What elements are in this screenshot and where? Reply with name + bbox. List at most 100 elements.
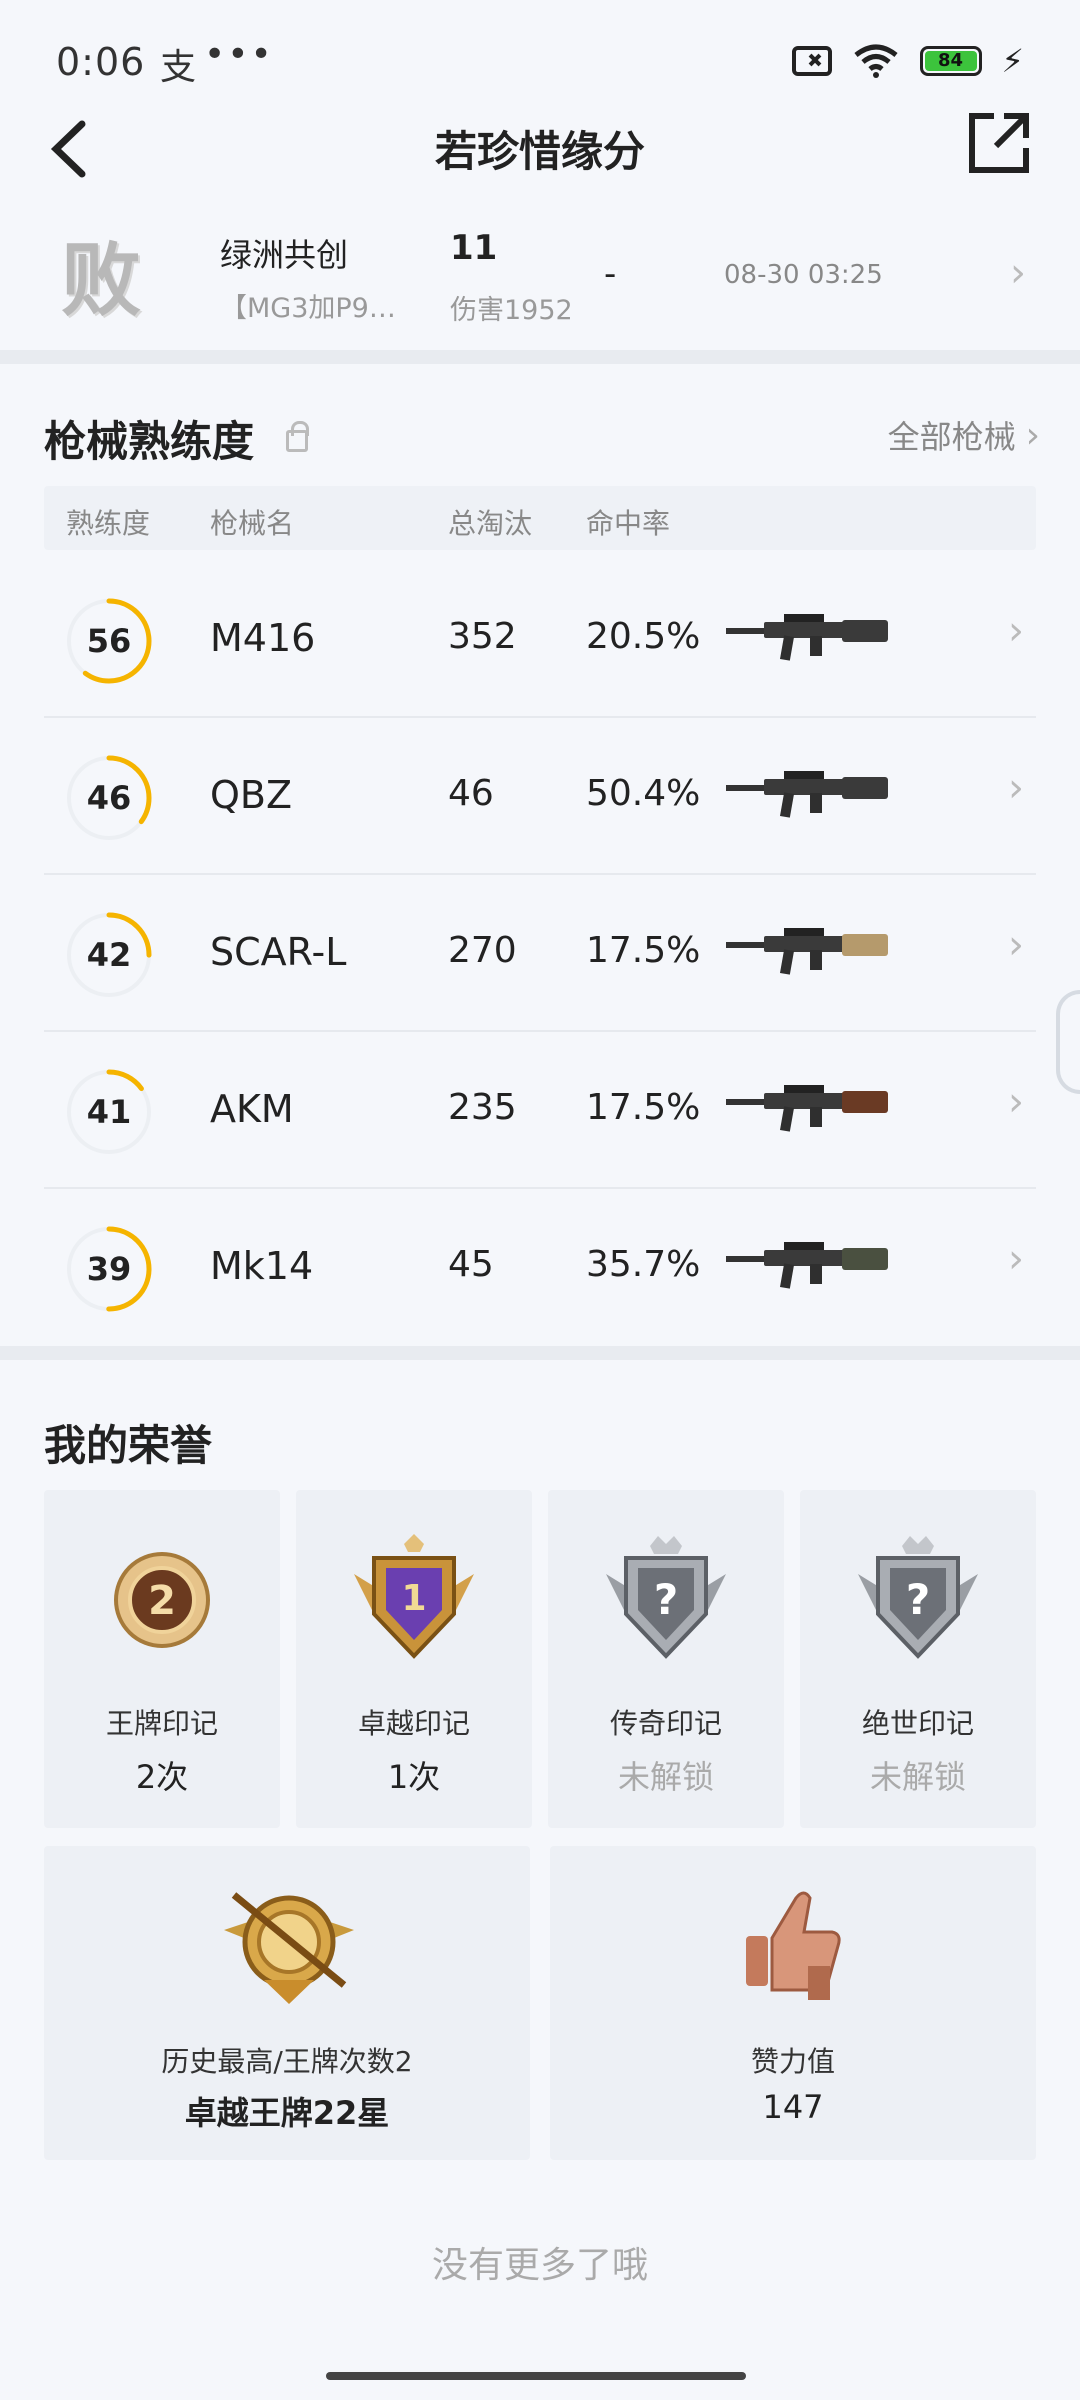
chevron-right-icon: › [1010, 250, 1026, 296]
weapon-kills: 352 [448, 616, 517, 657]
charging-icon: ⚡ [1001, 42, 1024, 80]
battery-icon: 84 [919, 46, 982, 76]
honor-mark-label: 传奇印记 [609, 1707, 722, 1740]
proficiency-level: 41 [86, 1093, 132, 1131]
weapon-kills: 46 [448, 773, 494, 814]
all-weapons-link[interactable]: 全部枪械 › [888, 412, 1040, 458]
col-weapon-name: 枪械名 [210, 507, 295, 540]
weapon-hit-rate: 20.5% [586, 616, 701, 657]
match-damage: 伤害1952 [450, 295, 573, 326]
all-weapons-label: 全部枪械 [887, 418, 1016, 456]
proficiency-ring: 41 [64, 1067, 154, 1157]
weapon-row[interactable]: 56 M416 352 20.5% › [44, 562, 1036, 718]
col-total-kills: 总淘汰 [448, 507, 533, 540]
section-divider [0, 1346, 1080, 1360]
weapon-image-icon [726, 1085, 888, 1132]
status-icons: 84 ⚡ [791, 42, 1024, 80]
likes-value: 147 [762, 2088, 824, 2126]
match-rank: - [604, 254, 617, 294]
no-more-text: 没有更多了哦 [431, 2245, 648, 2286]
edge-drawer-handle[interactable] [1056, 990, 1080, 1094]
medal-question: ? [906, 1575, 930, 1624]
weapon-image-icon [726, 614, 888, 661]
honor-mark-card[interactable]: 2 王牌印记 2次 [44, 1490, 280, 1828]
honor-mark-value: 1次 [387, 1758, 441, 1796]
honor-mark-label: 绝世印记 [861, 1707, 974, 1740]
weapon-image-icon [726, 1242, 888, 1289]
weapon-row[interactable]: 42 SCAR-L 270 17.5% › [44, 876, 1036, 1032]
weapon-hit-rate: 35.7% [586, 1244, 701, 1285]
chevron-right-icon: › [1008, 765, 1024, 811]
honor-mark-card[interactable]: ? 绝世印记 未解锁 [800, 1490, 1036, 1828]
weapon-name: M416 [210, 616, 316, 660]
excellence-mark-medal-icon: 1 [354, 1534, 474, 1659]
honor-mark-card[interactable]: ? 传奇印记 未解锁 [548, 1490, 784, 1828]
legend-mark-locked-icon: ? [606, 1536, 726, 1659]
honor-mark-card[interactable]: 1 卓越印记 1次 [296, 1490, 532, 1828]
weapon-name: AKM [210, 1087, 294, 1131]
weapon-row[interactable]: 41 AKM 235 17.5% › [44, 1033, 1036, 1189]
chevron-right-icon: › [1025, 414, 1040, 456]
match-time: 08-30 03:25 [724, 260, 883, 290]
thumbs-up-icon [746, 1891, 841, 2000]
proficiency-ring: 39 [64, 1224, 154, 1314]
history-best-value: 卓越王牌22星 [184, 2094, 390, 2132]
medal-number: 2 [148, 1578, 176, 1624]
weapon-row[interactable]: 46 QBZ 46 50.4% › [44, 719, 1036, 875]
col-proficiency: 熟练度 [66, 507, 151, 540]
weapon-hit-rate: 50.4% [586, 773, 701, 814]
weapons-table-header: 熟练度 枪械名 总淘汰 命中率 [44, 486, 1036, 550]
ace-rank-emblem-icon [224, 1892, 354, 2004]
defeat-badge: 败 [61, 234, 141, 327]
history-best-label: 历史最高/王牌次数2 [161, 2045, 413, 2078]
weapon-name: QBZ [210, 773, 293, 817]
weapon-row[interactable]: 39 Mk14 45 35.7% › [44, 1190, 1036, 1346]
wifi-icon [853, 44, 898, 78]
honor-mark-label: 卓越印记 [357, 1707, 470, 1740]
col-hit-rate: 命中率 [586, 507, 671, 540]
weapon-kills: 270 [448, 930, 517, 971]
no-sim-icon [791, 46, 832, 76]
proficiency-level: 39 [86, 1250, 132, 1288]
medal-number: 1 [401, 1578, 426, 1619]
proficiency-ring: 56 [64, 596, 154, 686]
match-kills: 11 [450, 228, 498, 268]
proficiency-level: 42 [86, 936, 132, 974]
weapon-hit-rate: 17.5% [586, 930, 701, 971]
ace-mark-medal-icon: 2 [114, 1552, 210, 1648]
honor-mark-value: 未解锁 [869, 1758, 966, 1796]
weapons-section-title: 枪械熟练度 [44, 417, 255, 466]
home-indicator[interactable] [326, 2372, 746, 2380]
more-notifications-icon: ••• [204, 34, 274, 75]
chevron-right-icon: › [1008, 922, 1024, 968]
weapon-image-icon [726, 771, 888, 818]
proficiency-level: 46 [86, 779, 132, 817]
proficiency-ring: 46 [64, 753, 154, 843]
proficiency-level: 56 [86, 622, 132, 660]
section-divider [0, 350, 1080, 364]
honors-section-title: 我的荣誉 [44, 1421, 213, 1470]
weapon-kills: 235 [448, 1087, 517, 1128]
history-best-card[interactable]: 历史最高/王牌次数2 卓越王牌22星 [44, 1846, 530, 2160]
honor-mark-label: 王牌印记 [105, 1707, 218, 1740]
share-icon[interactable] [966, 110, 1032, 176]
honor-mark-value: 2次 [135, 1758, 189, 1796]
recent-match-row[interactable]: 败 绿洲共创 【MG3加P9… 11 伤害1952 - 08-30 03:25 … [0, 210, 1080, 350]
likes-card[interactable]: 赞力值 147 [550, 1846, 1036, 2160]
medal-question: ? [654, 1575, 678, 1624]
battery-level: 84 [924, 51, 977, 71]
weapon-name: SCAR-L [210, 930, 347, 974]
match-subtitle: 【MG3加P9… [220, 293, 396, 324]
proficiency-ring: 42 [64, 910, 154, 1000]
app-header: 若珍惜缘分 [0, 100, 1080, 200]
chevron-right-icon: › [1008, 1236, 1024, 1282]
peerless-mark-locked-icon: ? [858, 1536, 978, 1659]
status-time: 0:06 [56, 40, 146, 84]
lock-icon [286, 421, 309, 452]
honor-mark-value: 未解锁 [617, 1758, 714, 1796]
alipay-icon: 支 [160, 47, 197, 88]
chevron-right-icon: › [1008, 1079, 1024, 1125]
weapon-hit-rate: 17.5% [586, 1087, 701, 1128]
weapon-image-icon [726, 928, 888, 975]
page-title: 若珍惜缘分 [434, 127, 645, 176]
